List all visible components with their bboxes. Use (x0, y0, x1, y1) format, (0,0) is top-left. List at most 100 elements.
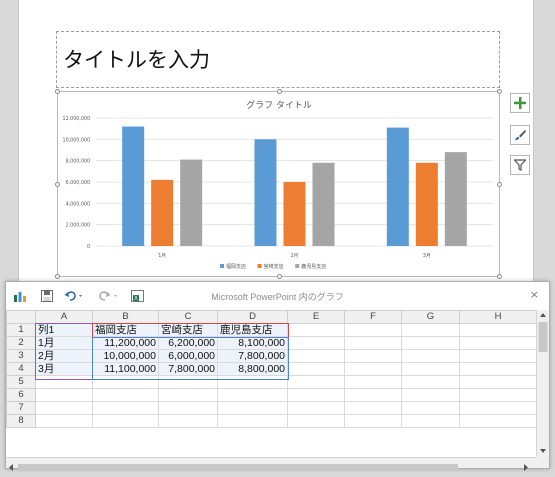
table-cell[interactable] (92, 375, 159, 389)
table-cell[interactable] (287, 401, 345, 415)
chart-filters-button[interactable] (510, 155, 530, 175)
table-cell[interactable]: 8,800,000 (217, 362, 288, 376)
vertical-scrollbar[interactable] (536, 310, 549, 457)
resize-handle-l[interactable] (55, 182, 60, 187)
table-cell[interactable] (401, 349, 460, 363)
table-cell[interactable] (287, 349, 345, 363)
table-cell[interactable] (459, 336, 537, 350)
table-cell[interactable]: 8,100,000 (217, 336, 288, 350)
column-header[interactable]: F (344, 310, 402, 324)
table-cell[interactable]: 6,000,000 (158, 349, 218, 363)
scroll-up-icon (540, 313, 546, 317)
scrollbar-thumb[interactable] (538, 322, 548, 352)
row-header[interactable]: 2 (6, 336, 36, 350)
table-cell[interactable] (344, 336, 402, 350)
table-cell[interactable] (287, 336, 345, 350)
table-cell[interactable] (344, 414, 402, 428)
chart-frame[interactable]: グラフ タイトル 12,000,000 10,000,000 8,000,000 6,0… (55, 89, 502, 279)
table-cell[interactable] (344, 349, 402, 363)
close-button[interactable]: × (530, 288, 539, 301)
resize-handle-r[interactable] (497, 182, 502, 187)
horizontal-scrollbar-thumb[interactable] (18, 464, 458, 471)
table-cell[interactable] (459, 388, 537, 402)
table-cell[interactable] (459, 414, 537, 428)
table-cell[interactable] (401, 401, 460, 415)
row-header[interactable]: 4 (6, 362, 36, 376)
chart-elements-button[interactable] (510, 93, 530, 113)
column-header[interactable]: G (401, 310, 460, 324)
table-cell[interactable] (92, 414, 159, 428)
table-cell[interactable] (401, 414, 460, 428)
resize-handle-br[interactable] (497, 274, 502, 279)
resize-handle-t[interactable] (277, 89, 282, 94)
table-cell[interactable] (459, 401, 537, 415)
table-cell[interactable]: 3月 (35, 362, 93, 376)
resize-handle-tl[interactable] (55, 89, 60, 94)
chart-styles-button[interactable] (510, 125, 530, 145)
table-cell[interactable]: 1月 (35, 336, 93, 350)
table-cell[interactable] (459, 349, 537, 363)
table-cell[interactable] (401, 323, 460, 337)
table-cell[interactable] (92, 401, 159, 415)
resize-handle-bl[interactable] (55, 274, 60, 279)
title-placeholder[interactable]: タイトルを入力 (56, 31, 500, 88)
resize-handle-tr[interactable] (497, 89, 502, 94)
table-cell[interactable] (287, 323, 345, 337)
table-cell[interactable]: 10,000,000 (92, 349, 159, 363)
table-cell[interactable]: 宮崎支店 (158, 323, 218, 337)
table-cell[interactable] (35, 414, 93, 428)
row-header[interactable]: 8 (6, 414, 36, 428)
table-cell[interactable]: 2月 (35, 349, 93, 363)
row-header[interactable]: 7 (6, 401, 36, 415)
row-header[interactable]: 6 (6, 388, 36, 402)
table-cell[interactable] (344, 323, 402, 337)
resize-handle-b[interactable] (277, 274, 282, 279)
table-cell[interactable]: 鹿児島支店 (217, 323, 288, 337)
table-cell[interactable] (217, 375, 288, 389)
table-cell[interactable] (459, 375, 537, 389)
column-header[interactable]: E (287, 310, 345, 324)
table-cell[interactable] (217, 401, 288, 415)
table-cell[interactable] (401, 388, 460, 402)
table-cell[interactable] (287, 388, 345, 402)
table-cell[interactable] (158, 375, 218, 389)
table-cell[interactable] (344, 388, 402, 402)
table-cell[interactable] (344, 362, 402, 376)
row-header[interactable]: 5 (6, 375, 36, 389)
table-cell[interactable] (287, 362, 345, 376)
table-cell[interactable] (401, 336, 460, 350)
table-cell[interactable]: 7,800,000 (217, 349, 288, 363)
table-cell[interactable] (35, 401, 93, 415)
table-cell[interactable] (344, 375, 402, 389)
table-cell[interactable] (287, 375, 345, 389)
table-cell[interactable] (158, 414, 218, 428)
table-cell[interactable] (459, 323, 537, 337)
table-cell[interactable]: 6,200,000 (158, 336, 218, 350)
table-cell[interactable]: 11,100,000 (92, 362, 159, 376)
column-header[interactable]: D (217, 310, 288, 324)
column-header[interactable]: A (35, 310, 93, 324)
table-cell[interactable] (401, 375, 460, 389)
select-all-corner[interactable] (6, 310, 36, 324)
row-header[interactable]: 1 (6, 323, 36, 337)
table-cell[interactable] (217, 388, 288, 402)
table-cell[interactable]: 7,800,000 (158, 362, 218, 376)
table-cell[interactable] (158, 401, 218, 415)
column-header[interactable]: H (459, 310, 537, 324)
table-cell[interactable] (35, 388, 93, 402)
horizontal-scrollbar[interactable] (6, 457, 536, 471)
table-cell[interactable]: 11,200,000 (92, 336, 159, 350)
table-cell[interactable] (92, 388, 159, 402)
table-cell[interactable]: 福岡支店 (92, 323, 159, 337)
table-cell[interactable] (35, 375, 93, 389)
table-cell[interactable] (401, 362, 460, 376)
row-header[interactable]: 3 (6, 349, 36, 363)
table-cell[interactable] (158, 388, 218, 402)
table-cell[interactable] (217, 414, 288, 428)
table-cell[interactable] (287, 414, 345, 428)
table-cell[interactable] (459, 362, 537, 376)
column-header[interactable]: B (92, 310, 159, 324)
column-header[interactable]: C (158, 310, 218, 324)
table-cell[interactable]: 列1 (35, 323, 93, 337)
table-cell[interactable] (344, 401, 402, 415)
